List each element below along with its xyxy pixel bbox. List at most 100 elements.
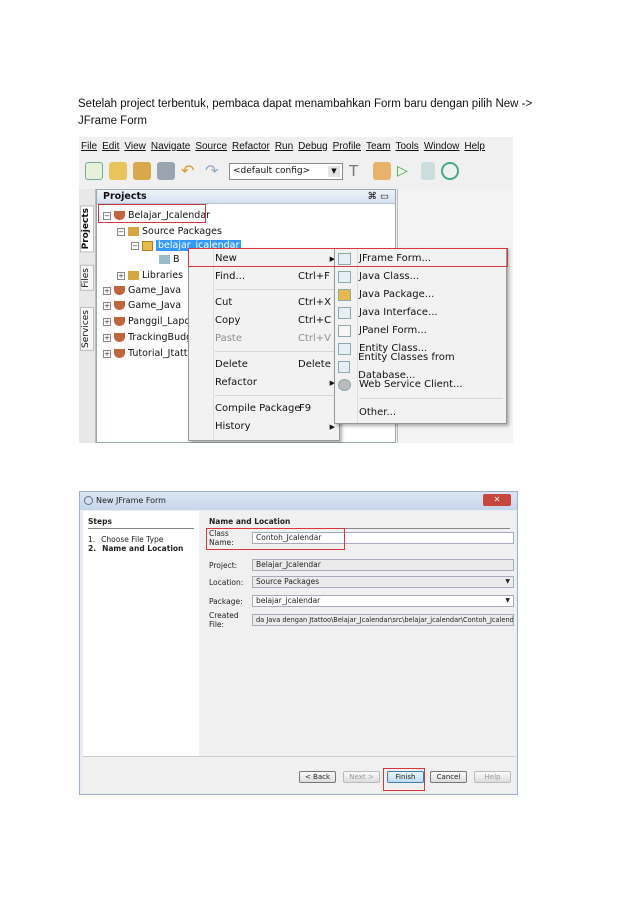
context-menu: New ▶ Find... Ctrl+F Cut Ctrl+X Copy Ctrl+C … bbox=[188, 248, 340, 441]
menu-refactor[interactable]: Refactor bbox=[232, 141, 270, 152]
menu-tools[interactable]: Tools bbox=[395, 141, 418, 152]
close-maximize-icon[interactable]: ⌘ ▭ bbox=[368, 190, 390, 204]
menu-item-copy[interactable]: Copy Ctrl+C bbox=[215, 313, 335, 329]
submenu-item-jpanel-form[interactable]: JPanel Form... bbox=[338, 322, 503, 340]
menu-file[interactable]: File bbox=[81, 141, 97, 152]
tab-files[interactable]: Files bbox=[80, 265, 94, 291]
debug-icon[interactable] bbox=[421, 162, 435, 180]
config-select[interactable]: <default config> ▼ bbox=[229, 162, 343, 180]
node-label: Game_Java bbox=[128, 300, 182, 311]
next-button[interactable]: Next > bbox=[343, 771, 380, 783]
interface-icon bbox=[338, 307, 351, 319]
location-row: Location: Source Packages ▼ bbox=[209, 576, 514, 588]
submenu-item-entity-classes-db[interactable]: Entity Classes from Database... bbox=[338, 352, 503, 381]
divider bbox=[215, 351, 336, 352]
item-label: Java Class... bbox=[359, 271, 420, 282]
library-icon bbox=[128, 271, 139, 280]
highlight-box bbox=[383, 768, 425, 791]
new-file-icon[interactable] bbox=[85, 162, 103, 180]
tab-services[interactable]: Services bbox=[80, 307, 94, 351]
tree-node-project[interactable]: + Tutorial_Jtatt bbox=[103, 348, 187, 359]
package-value: belajar_jcalendar bbox=[256, 596, 321, 605]
tree-node-file[interactable]: B bbox=[159, 254, 180, 265]
menu-item-find[interactable]: Find... Ctrl+F bbox=[215, 269, 335, 285]
menu-edit[interactable]: Edit bbox=[102, 141, 119, 152]
menu-team[interactable]: Team bbox=[366, 141, 390, 152]
item-label: Java Package... bbox=[359, 289, 435, 300]
expand-icon[interactable]: + bbox=[103, 301, 111, 310]
project-icon bbox=[114, 349, 125, 358]
tree-node-libraries[interactable]: + Libraries bbox=[117, 270, 183, 281]
expand-icon[interactable]: + bbox=[103, 333, 111, 342]
expand-icon[interactable]: + bbox=[103, 286, 111, 295]
menu-item-history[interactable]: History ▶ bbox=[215, 419, 335, 435]
menu-view[interactable]: View bbox=[124, 141, 146, 152]
node-label: B bbox=[173, 254, 180, 265]
created-file-row: Created File: da Java dengan Jtattoo\Bela… bbox=[209, 611, 514, 629]
package-row: Package: belajar_jcalendar ▼ bbox=[209, 595, 514, 607]
tree-node-project[interactable]: + Game_Java bbox=[103, 285, 181, 296]
expand-icon[interactable]: + bbox=[103, 349, 111, 358]
submenu-item-java-package[interactable]: Java Package... bbox=[338, 286, 503, 304]
dialog-title: New JFrame Form bbox=[96, 496, 166, 505]
new-project-icon[interactable] bbox=[109, 162, 127, 180]
menu-debug[interactable]: Debug bbox=[298, 141, 327, 152]
menu-item-delete[interactable]: Delete Delete bbox=[215, 357, 335, 373]
submenu-item-java-class[interactable]: Java Class... bbox=[338, 268, 503, 286]
item-label: Other... bbox=[359, 407, 397, 418]
close-button[interactable]: ✕ bbox=[483, 494, 511, 506]
clean-build-icon[interactable] bbox=[373, 162, 391, 180]
cancel-button[interactable]: Cancel bbox=[430, 771, 467, 783]
menu-item-cut[interactable]: Cut Ctrl+X bbox=[215, 295, 335, 311]
field-label: Project: bbox=[209, 560, 238, 570]
menu-item-compile-package[interactable]: Compile Package F9 bbox=[215, 401, 335, 417]
open-project-icon[interactable] bbox=[133, 162, 151, 180]
node-label: Tutorial_Jtatt bbox=[128, 348, 188, 359]
tree-node-source-packages[interactable]: − Source Packages bbox=[117, 226, 222, 237]
field-label: Location: bbox=[209, 577, 244, 587]
panel-title: Projects bbox=[103, 191, 147, 202]
divider bbox=[215, 289, 336, 290]
menu-profile[interactable]: Profile bbox=[333, 141, 361, 152]
menu-navigate[interactable]: Navigate bbox=[151, 141, 190, 152]
expand-icon[interactable]: + bbox=[117, 271, 125, 280]
undo-icon[interactable]: ↶ bbox=[181, 162, 199, 180]
package-select[interactable]: belajar_jcalendar ▼ bbox=[252, 595, 514, 607]
item-label: JPanel Form... bbox=[359, 325, 427, 336]
menu-source[interactable]: Source bbox=[195, 141, 227, 152]
config-value: <default config> bbox=[233, 165, 311, 176]
tab-projects[interactable]: Projects bbox=[80, 205, 94, 253]
tree-node-project[interactable]: + TrackingBudge bbox=[103, 332, 198, 343]
redo-icon[interactable]: ↷ bbox=[205, 162, 223, 180]
location-value: Source Packages bbox=[256, 577, 320, 586]
profile-icon[interactable] bbox=[441, 162, 459, 180]
menu-window[interactable]: Window bbox=[424, 141, 460, 152]
collapse-icon[interactable]: − bbox=[117, 227, 125, 236]
menu-run[interactable]: Run bbox=[275, 141, 293, 152]
entity-icon bbox=[338, 343, 351, 355]
highlight-box bbox=[206, 528, 345, 550]
help-button[interactable]: Help bbox=[474, 771, 511, 783]
submenu-item-other[interactable]: Other... bbox=[338, 404, 503, 422]
new-submenu: JFrame Form... Java Class... Java Packag… bbox=[334, 248, 507, 424]
back-button[interactable]: < Back bbox=[299, 771, 336, 783]
save-all-icon[interactable] bbox=[157, 162, 175, 180]
package-icon bbox=[338, 289, 351, 301]
expand-icon[interactable]: + bbox=[103, 317, 111, 326]
menu-help[interactable]: Help bbox=[464, 141, 485, 152]
menu-item-paste[interactable]: Paste Ctrl+V bbox=[215, 331, 335, 347]
step-label: Name and Location bbox=[102, 544, 184, 553]
step-number: 2. bbox=[88, 544, 97, 553]
item-label: Copy bbox=[215, 315, 241, 326]
tree-node-project[interactable]: + Game_Java bbox=[103, 300, 181, 311]
submenu-item-web-service-client[interactable]: Web Service Client... bbox=[338, 376, 503, 394]
location-select[interactable]: Source Packages ▼ bbox=[252, 576, 514, 588]
submenu-item-java-interface[interactable]: Java Interface... bbox=[338, 304, 503, 322]
node-label: Game_Java bbox=[128, 285, 182, 296]
collapse-icon[interactable]: − bbox=[131, 241, 139, 250]
menu-item-refactor[interactable]: Refactor ▶ bbox=[215, 375, 335, 391]
build-hammer-icon[interactable]: T bbox=[349, 162, 367, 180]
tree-node-project[interactable]: + Panggil_Lapor bbox=[103, 316, 194, 327]
run-icon[interactable]: ▷ bbox=[397, 162, 415, 180]
node-label: Source Packages bbox=[142, 226, 222, 237]
